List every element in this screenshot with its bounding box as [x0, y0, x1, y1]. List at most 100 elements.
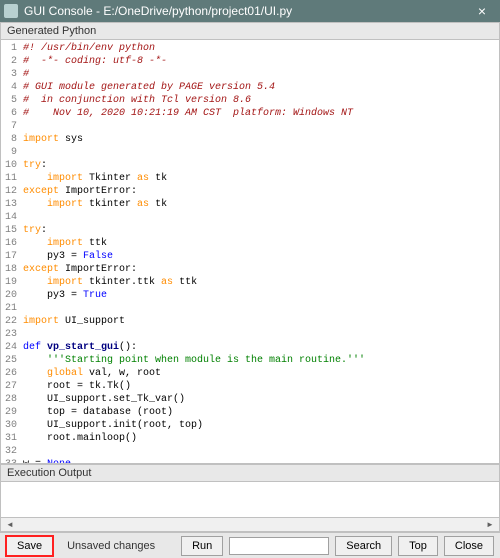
code-text[interactable]: '''Starting point when module is the mai… [23, 354, 499, 367]
code-text[interactable] [23, 146, 499, 159]
code-text[interactable]: try: [23, 224, 499, 237]
line-number: 8 [1, 133, 23, 146]
code-line[interactable]: 7 [1, 120, 499, 133]
code-text[interactable]: UI_support.init(root, top) [23, 419, 499, 432]
code-text[interactable]: w = None [23, 458, 499, 464]
code-text[interactable]: import ttk [23, 237, 499, 250]
code-line[interactable]: 30 UI_support.init(root, top) [1, 419, 499, 432]
code-text[interactable]: import UI_support [23, 315, 499, 328]
line-number: 29 [1, 406, 23, 419]
code-line[interactable]: 9 [1, 146, 499, 159]
code-text[interactable]: py3 = True [23, 289, 499, 302]
line-number: 6 [1, 107, 23, 120]
code-text[interactable]: import tkinter.ttk as ttk [23, 276, 499, 289]
close-icon[interactable]: × [468, 0, 496, 22]
code-line[interactable]: 15try: [1, 224, 499, 237]
code-text[interactable]: # [23, 68, 499, 81]
code-line[interactable]: 22import UI_support [1, 315, 499, 328]
code-line[interactable]: 21 [1, 302, 499, 315]
code-text[interactable]: import tkinter as tk [23, 198, 499, 211]
code-text[interactable]: # in conjunction with Tcl version 8.6 [23, 94, 499, 107]
code-text[interactable] [23, 328, 499, 341]
code-line[interactable]: 23 [1, 328, 499, 341]
code-text[interactable]: import Tkinter as tk [23, 172, 499, 185]
code-line[interactable]: 33w = None [1, 458, 499, 464]
code-editor[interactable]: 1#! /usr/bin/env python2# -*- coding: ut… [0, 40, 500, 464]
line-number: 31 [1, 432, 23, 445]
search-input[interactable] [229, 537, 329, 555]
code-line[interactable]: 20 py3 = True [1, 289, 499, 302]
line-number: 11 [1, 172, 23, 185]
save-button[interactable]: Save [6, 536, 53, 556]
code-text[interactable] [23, 211, 499, 224]
scroll-right-icon[interactable]: ► [483, 519, 497, 531]
code-text[interactable] [23, 302, 499, 315]
code-text[interactable]: import sys [23, 133, 499, 146]
horizontal-scrollbar[interactable]: ◄ ► [0, 518, 500, 532]
code-line[interactable]: 31 root.mainloop() [1, 432, 499, 445]
code-text[interactable]: py3 = False [23, 250, 499, 263]
line-number: 13 [1, 198, 23, 211]
code-line[interactable]: 27 root = tk.Tk() [1, 380, 499, 393]
code-line[interactable]: 13 import tkinter as tk [1, 198, 499, 211]
code-line[interactable]: 32 [1, 445, 499, 458]
window-title: GUI Console - E:/OneDrive/python/project… [24, 4, 468, 18]
code-line[interactable]: 18except ImportError: [1, 263, 499, 276]
code-line[interactable]: 11 import Tkinter as tk [1, 172, 499, 185]
status-text: Unsaved changes [67, 540, 155, 552]
code-line[interactable]: 19 import tkinter.ttk as ttk [1, 276, 499, 289]
code-text[interactable]: top = database (root) [23, 406, 499, 419]
top-button[interactable]: Top [398, 536, 438, 556]
code-text[interactable]: # GUI module generated by PAGE version 5… [23, 81, 499, 94]
code-text[interactable]: try: [23, 159, 499, 172]
code-text[interactable]: def vp_start_gui(): [23, 341, 499, 354]
line-number: 5 [1, 94, 23, 107]
code-text[interactable]: # Nov 10, 2020 10:21:19 AM CST platform:… [23, 107, 499, 120]
code-line[interactable]: 5# in conjunction with Tcl version 8.6 [1, 94, 499, 107]
code-text[interactable] [23, 120, 499, 133]
titlebar: GUI Console - E:/OneDrive/python/project… [0, 0, 500, 22]
line-number: 20 [1, 289, 23, 302]
code-line[interactable]: 25 '''Starting point when module is the … [1, 354, 499, 367]
line-number: 19 [1, 276, 23, 289]
code-line[interactable]: 1#! /usr/bin/env python [1, 42, 499, 55]
code-text[interactable]: #! /usr/bin/env python [23, 42, 499, 55]
line-number: 23 [1, 328, 23, 341]
code-line[interactable]: 10try: [1, 159, 499, 172]
code-text[interactable]: global val, w, root [23, 367, 499, 380]
code-line[interactable]: 29 top = database (root) [1, 406, 499, 419]
execution-output-label: Execution Output [0, 464, 500, 482]
code-line[interactable]: 8import sys [1, 133, 499, 146]
code-text[interactable]: except ImportError: [23, 263, 499, 276]
code-line[interactable]: 14 [1, 211, 499, 224]
code-text[interactable] [23, 445, 499, 458]
code-line[interactable]: 12except ImportError: [1, 185, 499, 198]
scroll-track[interactable] [17, 520, 483, 530]
line-number: 2 [1, 55, 23, 68]
code-text[interactable]: root = tk.Tk() [23, 380, 499, 393]
line-number: 12 [1, 185, 23, 198]
code-text[interactable]: # -*- coding: utf-8 -*- [23, 55, 499, 68]
line-number: 30 [1, 419, 23, 432]
code-line[interactable]: 17 py3 = False [1, 250, 499, 263]
scroll-left-icon[interactable]: ◄ [3, 519, 17, 531]
code-text[interactable]: UI_support.set_Tk_var() [23, 393, 499, 406]
code-text[interactable]: root.mainloop() [23, 432, 499, 445]
code-line[interactable]: 2# -*- coding: utf-8 -*- [1, 55, 499, 68]
code-line[interactable]: 16 import ttk [1, 237, 499, 250]
code-line[interactable]: 4# GUI module generated by PAGE version … [1, 81, 499, 94]
line-number: 25 [1, 354, 23, 367]
code-line[interactable]: 24def vp_start_gui(): [1, 341, 499, 354]
execution-output[interactable] [0, 482, 500, 518]
code-line[interactable]: 26 global val, w, root [1, 367, 499, 380]
code-line[interactable]: 3# [1, 68, 499, 81]
run-button[interactable]: Run [181, 536, 223, 556]
code-text[interactable]: except ImportError: [23, 185, 499, 198]
code-line[interactable]: 28 UI_support.set_Tk_var() [1, 393, 499, 406]
search-button[interactable]: Search [335, 536, 392, 556]
line-number: 14 [1, 211, 23, 224]
line-number: 21 [1, 302, 23, 315]
code-line[interactable]: 6# Nov 10, 2020 10:21:19 AM CST platform… [1, 107, 499, 120]
close-button[interactable]: Close [444, 536, 494, 556]
line-number: 27 [1, 380, 23, 393]
